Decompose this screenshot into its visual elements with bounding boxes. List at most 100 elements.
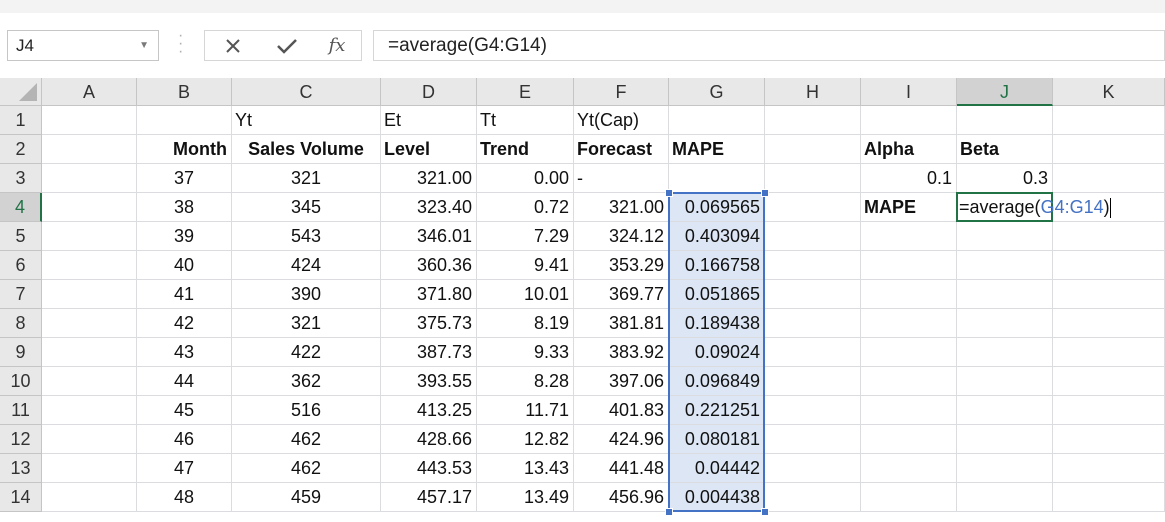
cell-d1[interactable]: Et [381, 106, 477, 135]
cell-k12[interactable] [1053, 425, 1165, 454]
cell-b12[interactable]: 46 [137, 425, 232, 454]
cell-c5[interactable]: 543 [232, 222, 381, 251]
row-header-10[interactable]: 10 [0, 367, 42, 396]
column-header-e[interactable]: E [477, 78, 574, 106]
cell-d6[interactable]: 360.36 [381, 251, 477, 280]
cell-i14[interactable] [861, 483, 957, 512]
cell-f8[interactable]: 381.81 [574, 309, 669, 338]
cell-j14[interactable] [957, 483, 1053, 512]
cell-f11[interactable]: 401.83 [574, 396, 669, 425]
cell-i5[interactable] [861, 222, 957, 251]
cell-e5[interactable]: 7.29 [477, 222, 574, 251]
cell-g1[interactable] [669, 106, 765, 135]
cell-h6[interactable] [765, 251, 861, 280]
cell-c14[interactable]: 459 [232, 483, 381, 512]
cell-d13[interactable]: 443.53 [381, 454, 477, 483]
cell-e13[interactable]: 13.43 [477, 454, 574, 483]
cell-k7[interactable] [1053, 280, 1165, 309]
cell-k6[interactable] [1053, 251, 1165, 280]
cell-e10[interactable]: 8.28 [477, 367, 574, 396]
cell-b14[interactable]: 48 [137, 483, 232, 512]
cell-a8[interactable] [42, 309, 137, 338]
cell-a10[interactable] [42, 367, 137, 396]
cell-j10[interactable] [957, 367, 1053, 396]
cell-k14[interactable] [1053, 483, 1165, 512]
cell-g13[interactable]: 0.04442 [669, 454, 765, 483]
cell-c8[interactable]: 321 [232, 309, 381, 338]
cell-d5[interactable]: 346.01 [381, 222, 477, 251]
cell-a3[interactable] [42, 164, 137, 193]
select-all-corner[interactable] [0, 78, 42, 106]
cell-g5[interactable]: 0.403094 [669, 222, 765, 251]
row-header-2[interactable]: 2 [0, 135, 42, 164]
cell-h7[interactable] [765, 280, 861, 309]
row-header-12[interactable]: 12 [0, 425, 42, 454]
cell-e4[interactable]: 0.72 [477, 193, 574, 222]
cell-j1[interactable] [957, 106, 1053, 135]
enter-icon[interactable] [267, 31, 307, 60]
cell-f7[interactable]: 369.77 [574, 280, 669, 309]
cell-c9[interactable]: 422 [232, 338, 381, 367]
cell-h9[interactable] [765, 338, 861, 367]
name-box[interactable]: J4 ▼ [7, 30, 159, 61]
cell-i12[interactable] [861, 425, 957, 454]
cell-j5[interactable] [957, 222, 1053, 251]
column-header-d[interactable]: D [381, 78, 477, 106]
cell-c10[interactable]: 362 [232, 367, 381, 396]
cell-a4[interactable] [42, 193, 137, 222]
column-header-b[interactable]: B [137, 78, 232, 106]
cell-e9[interactable]: 9.33 [477, 338, 574, 367]
chevron-down-icon[interactable]: ▼ [139, 40, 149, 51]
column-header-j[interactable]: J [957, 78, 1053, 106]
cell-d12[interactable]: 428.66 [381, 425, 477, 454]
cell-h12[interactable] [765, 425, 861, 454]
cell-d8[interactable]: 375.73 [381, 309, 477, 338]
cell-j2[interactable]: Beta [957, 135, 1053, 164]
cell-h4[interactable] [765, 193, 861, 222]
cell-j7[interactable] [957, 280, 1053, 309]
row-header-7[interactable]: 7 [0, 280, 42, 309]
cell-e6[interactable]: 9.41 [477, 251, 574, 280]
cell-f13[interactable]: 441.48 [574, 454, 669, 483]
cell-b2[interactable]: Month [137, 135, 232, 164]
cell-e3[interactable]: 0.00 [477, 164, 574, 193]
cell-i1[interactable] [861, 106, 957, 135]
cell-k3[interactable] [1053, 164, 1165, 193]
column-header-c[interactable]: C [232, 78, 381, 106]
row-header-9[interactable]: 9 [0, 338, 42, 367]
cell-f10[interactable]: 397.06 [574, 367, 669, 396]
cell-a13[interactable] [42, 454, 137, 483]
row-header-4[interactable]: 4 [0, 193, 42, 222]
cell-c2[interactable]: Sales Volume [232, 135, 381, 164]
cell-a12[interactable] [42, 425, 137, 454]
cell-k5[interactable] [1053, 222, 1165, 251]
range-resize-handle[interactable] [761, 189, 769, 197]
cell-h5[interactable] [765, 222, 861, 251]
cell-g14[interactable]: 0.004438 [669, 483, 765, 512]
cell-d4[interactable]: 323.40 [381, 193, 477, 222]
row-header-14[interactable]: 14 [0, 483, 42, 512]
cell-d3[interactable]: 321.00 [381, 164, 477, 193]
cell-g2[interactable]: MAPE [669, 135, 765, 164]
cell-g9[interactable]: 0.09024 [669, 338, 765, 367]
column-header-k[interactable]: K [1053, 78, 1165, 106]
cell-h11[interactable] [765, 396, 861, 425]
cell-k8[interactable] [1053, 309, 1165, 338]
cell-j6[interactable] [957, 251, 1053, 280]
cell-a2[interactable] [42, 135, 137, 164]
cell-g7[interactable]: 0.051865 [669, 280, 765, 309]
range-resize-handle[interactable] [665, 508, 673, 516]
cell-f4[interactable]: 321.00 [574, 193, 669, 222]
cell-h8[interactable] [765, 309, 861, 338]
row-header-6[interactable]: 6 [0, 251, 42, 280]
cell-g8[interactable]: 0.189438 [669, 309, 765, 338]
cell-b6[interactable]: 40 [137, 251, 232, 280]
cell-c6[interactable]: 424 [232, 251, 381, 280]
cell-b5[interactable]: 39 [137, 222, 232, 251]
cell-i6[interactable] [861, 251, 957, 280]
cell-j12[interactable] [957, 425, 1053, 454]
cell-a6[interactable] [42, 251, 137, 280]
cell-f6[interactable]: 353.29 [574, 251, 669, 280]
cell-k13[interactable] [1053, 454, 1165, 483]
cell-i13[interactable] [861, 454, 957, 483]
